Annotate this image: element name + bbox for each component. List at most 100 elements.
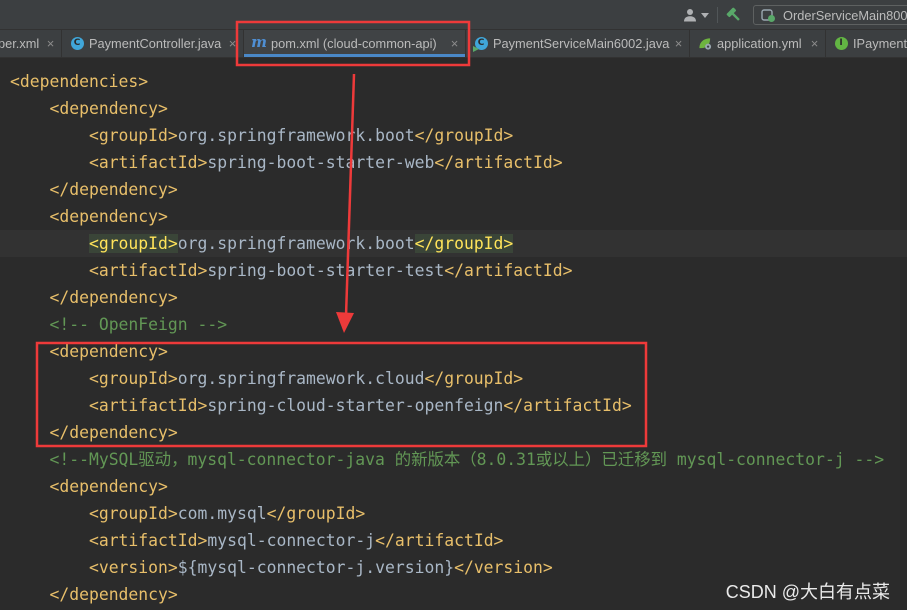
code-line[interactable]: <dependency> <box>0 203 907 230</box>
xml-tag: </version> <box>454 558 553 577</box>
tab-label: per.xml <box>0 36 40 51</box>
tab-pom-xml[interactable]: m pom.xml (cloud-common-api) × <box>244 30 466 57</box>
code-line[interactable]: <artifactId>spring-boot-starter-test</ar… <box>0 257 907 284</box>
xml-text: spring-cloud-starter-openfeign <box>207 396 504 415</box>
runnable-class-icon: C <box>473 37 488 52</box>
code-line[interactable]: <!-- OpenFeign --> <box>0 311 907 338</box>
xml-tag: </groupId> <box>414 126 514 145</box>
class-icon: C <box>70 37 84 51</box>
close-icon[interactable]: × <box>674 36 683 51</box>
tab-per-xml[interactable]: per.xml × <box>0 30 62 57</box>
code-line[interactable]: <dependencies> <box>0 68 907 95</box>
xml-tag: </groupId> <box>424 369 524 388</box>
code-line[interactable]: <groupId>com.mysql</groupId> <box>0 500 907 527</box>
xml-tag: </artifactId> <box>503 396 632 415</box>
spring-config-icon <box>698 37 712 51</box>
xml-tag: <artifactId> <box>88 261 208 280</box>
xml-tag: </dependency> <box>49 423 178 442</box>
xml-tag: <groupId> <box>88 369 178 388</box>
xml-tag-matched: <groupId> <box>88 234 178 253</box>
xml-tag: <dependencies> <box>10 72 149 91</box>
tab-label: pom.xml (cloud-common-api) <box>271 36 437 51</box>
spring-leaf-icon <box>699 38 712 50</box>
class-icon-glyph: C <box>70 37 84 50</box>
maven-icon-glyph: m <box>251 33 267 51</box>
xml-tag: </dependency> <box>49 180 178 199</box>
close-icon[interactable]: × <box>450 36 459 51</box>
build-button[interactable] <box>725 6 743 24</box>
xml-tag: </artifactId> <box>434 153 563 172</box>
close-icon[interactable]: × <box>228 36 237 51</box>
hammer-icon <box>726 7 740 21</box>
code-line[interactable]: <dependency> <box>0 338 907 365</box>
tab-label: PaymentServiceMain6002.java <box>493 36 670 51</box>
xml-tag: <dependency> <box>49 99 168 118</box>
xml-text: org.springframework.boot <box>177 234 415 253</box>
toolbar-separator <box>717 7 718 23</box>
tab-application-yml[interactable]: application.yml × <box>690 30 826 57</box>
xml-text: org.springframework.cloud <box>177 369 425 388</box>
chevron-down-icon <box>701 12 709 18</box>
code-line[interactable]: <!--MySQL驱动，mysql-connector-java 的新版本（8.… <box>0 446 907 473</box>
xml-tag: </dependency> <box>49 585 178 604</box>
run-config-dropdown[interactable]: OrderServiceMain800 <box>753 5 907 25</box>
xml-tag: </artifactId> <box>375 531 504 550</box>
xml-tag: <dependency> <box>49 477 168 496</box>
code-line-caret[interactable]: <groupId>org.springframework.boot</group… <box>0 230 907 257</box>
xml-tag: </groupId> <box>266 504 366 523</box>
xml-text: ${mysql-connector-j.version} <box>177 558 455 577</box>
interface-icon-glyph: I <box>834 37 848 50</box>
code-line[interactable]: <groupId>org.springframework.boot</group… <box>0 122 907 149</box>
code-line[interactable]: <artifactId>spring-cloud-starter-openfei… <box>0 392 907 419</box>
xml-comment: <!--MySQL驱动，mysql-connector-java 的新版本（8.… <box>49 450 885 469</box>
xml-tag: <groupId> <box>88 126 178 145</box>
run-badge-icon <box>473 45 479 52</box>
code-line[interactable]: <groupId>org.springframework.cloud</grou… <box>0 365 907 392</box>
tab-label: application.yml <box>717 36 802 51</box>
xml-tag: <artifactId> <box>88 531 208 550</box>
code-line[interactable]: <version>${mysql-connector-j.version}</v… <box>0 554 907 581</box>
tab-payment-controller[interactable]: C PaymentController.java × <box>62 30 244 57</box>
xml-tag: <groupId> <box>88 504 178 523</box>
xml-comment: <!-- OpenFeign --> <box>49 315 228 334</box>
tab-label: PaymentController.java <box>89 36 222 51</box>
watermark: CSDN @大白有点菜 <box>725 582 890 602</box>
code-line[interactable]: <dependency> <box>0 473 907 500</box>
code-line[interactable]: <artifactId>mysql-connector-j</artifactI… <box>0 527 907 554</box>
xml-text: spring-boot-starter-web <box>207 153 435 172</box>
code-line[interactable]: </dependency> <box>0 419 907 446</box>
xml-tag: </artifactId> <box>444 261 573 280</box>
user-menu-button[interactable] <box>683 7 709 23</box>
xml-tag: </dependency> <box>49 288 178 307</box>
code-line[interactable]: </dependency> <box>0 284 907 311</box>
tab-ipayment[interactable]: I IPayment <box>826 30 907 57</box>
code-editor[interactable]: <dependencies> <dependency> <groupId>org… <box>0 58 907 610</box>
tab-payment-service-main[interactable]: C PaymentServiceMain6002.java × <box>466 30 690 57</box>
close-icon[interactable]: × <box>810 36 819 51</box>
main-toolbar: OrderServiceMain800 <box>0 0 907 30</box>
xml-text: mysql-connector-j <box>207 531 376 550</box>
code-line[interactable]: </dependency> <box>0 176 907 203</box>
run-config-label: OrderServiceMain800 <box>783 7 907 23</box>
code-line[interactable]: <dependency> <box>0 95 907 122</box>
xml-tag-matched: </groupId> <box>414 234 514 253</box>
close-icon[interactable]: × <box>46 36 55 51</box>
user-icon <box>684 9 696 22</box>
xml-tag: <dependency> <box>49 207 168 226</box>
code-line[interactable]: <artifactId>spring-boot-starter-web</art… <box>0 149 907 176</box>
interface-icon: I <box>834 37 848 51</box>
